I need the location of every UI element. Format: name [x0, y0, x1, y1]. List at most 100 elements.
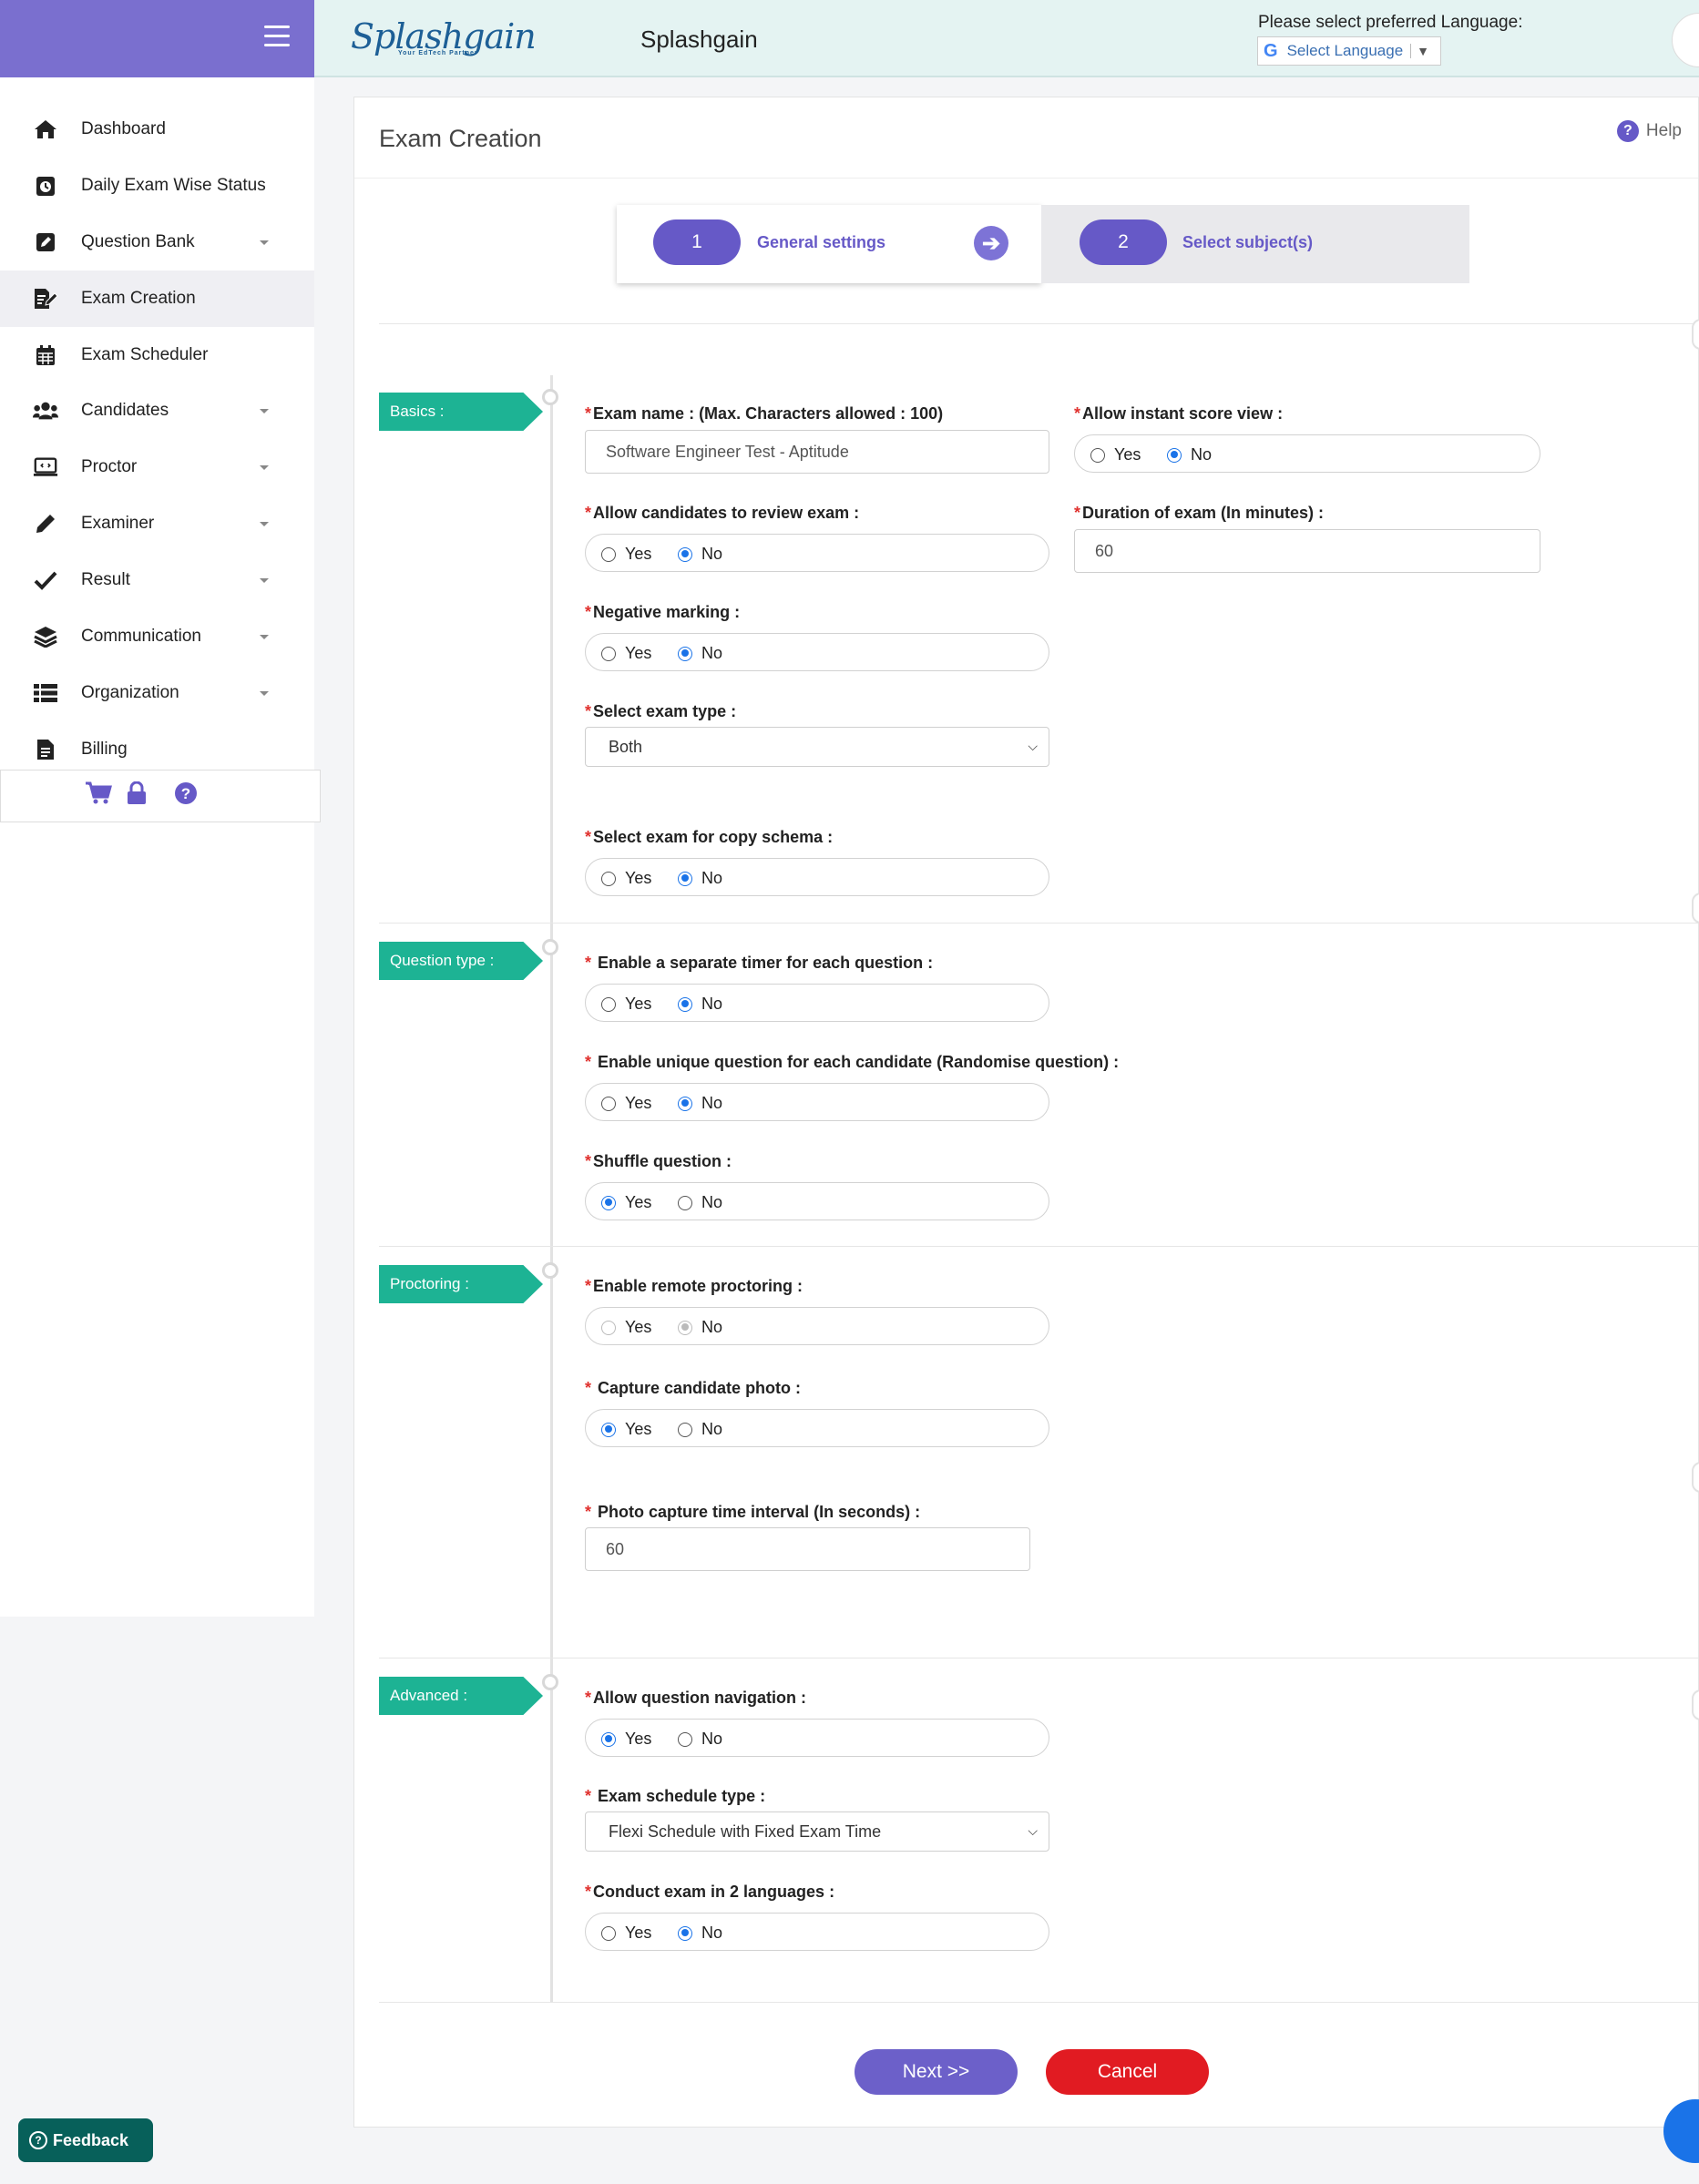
next-button[interactable]: Next >>: [855, 2049, 1018, 2095]
cancel-button[interactable]: Cancel: [1046, 2049, 1209, 2095]
sidebar-item-label: Organization: [81, 683, 179, 702]
instant-score-radio-group: Yes No: [1074, 434, 1540, 473]
radio-no[interactable]: No: [1167, 445, 1212, 464]
edge-handle[interactable]: [1692, 1462, 1699, 1493]
radio-yes[interactable]: Yes: [601, 995, 651, 1014]
sidebar-item-label: Dashboard: [81, 119, 166, 138]
section-tag-proctoring: Proctoring :: [379, 1265, 543, 1303]
radio-yes[interactable]: Yes: [601, 1193, 651, 1212]
schedule-type-select[interactable]: Flexi Schedule with Fixed Exam Time ⌵: [585, 1811, 1049, 1852]
sidebar-item-label: Result: [81, 570, 130, 589]
radio-yes[interactable]: Yes: [601, 1730, 651, 1749]
radio-no[interactable]: No: [678, 1094, 722, 1113]
caret-down-icon: ▼: [1410, 44, 1429, 58]
edge-handle[interactable]: [1692, 1689, 1699, 1720]
sidebar-item-examiner[interactable]: Examiner: [0, 495, 314, 552]
section-tag-question-type: Question type :: [379, 942, 543, 980]
language-select[interactable]: G Select Language ▼: [1257, 36, 1441, 66]
negative-marking-radio-group: Yes No: [585, 633, 1049, 671]
sidebar-item-organization[interactable]: Organization: [0, 665, 314, 721]
radio-no[interactable]: No: [678, 1420, 722, 1439]
radio-yes[interactable]: Yes: [601, 869, 651, 888]
radio-no[interactable]: No: [678, 869, 722, 888]
logo-tagline: Your EdTech Partner: [398, 50, 478, 56]
wizard-step-general-settings[interactable]: 1 General settings ➔: [617, 205, 1041, 283]
section-divider: [379, 323, 1698, 324]
review-exam-radio-group: Yes No: [585, 534, 1049, 572]
timeline-dot: [542, 1262, 558, 1279]
edge-handle[interactable]: [1692, 319, 1699, 350]
radio-yes[interactable]: Yes: [1090, 445, 1141, 464]
top-bar-brand-area: [0, 0, 314, 77]
wizard-step-number: 1: [653, 219, 741, 265]
exam-name-input[interactable]: Software Engineer Test - Aptitude: [585, 430, 1049, 474]
edge-handle[interactable]: [1692, 893, 1699, 924]
radio-yes[interactable]: Yes: [601, 1094, 651, 1113]
wizard-steps: 1 General settings ➔ 2 Select subject(s): [617, 205, 1469, 283]
duration-input[interactable]: 60: [1074, 529, 1540, 573]
wizard-step-select-subjects[interactable]: 2 Select subject(s): [1041, 205, 1469, 283]
chevron-down-icon: ⌵: [1028, 1823, 1038, 1838]
timeline-dot: [542, 939, 558, 955]
sidebar-item-dashboard[interactable]: Dashboard: [0, 101, 314, 158]
calendar-icon: [33, 342, 58, 368]
sidebar-item-question-bank[interactable]: Question Bank: [0, 214, 314, 270]
timeline-line: [550, 375, 553, 2002]
section-divider: [379, 2002, 1698, 2003]
radio-no[interactable]: No: [678, 995, 722, 1014]
svg-text:?: ?: [181, 785, 190, 802]
avatar[interactable]: [1672, 13, 1699, 67]
photo-interval-label: * Photo capture time interval (In second…: [585, 1503, 921, 1521]
question-icon: ?: [29, 2131, 47, 2149]
sidebar-item-daily-exam-status[interactable]: Daily Exam Wise Status: [0, 158, 314, 214]
feedback-button[interactable]: ? Feedback: [18, 2118, 153, 2162]
monitor-icon: [33, 454, 58, 480]
caret-down-icon: [260, 634, 269, 639]
page-title: Exam Creation: [379, 125, 542, 152]
sidebar-item-exam-scheduler[interactable]: Exam Scheduler: [0, 327, 314, 383]
radio-yes[interactable]: Yes: [601, 644, 651, 663]
cart-icon[interactable]: [85, 781, 112, 811]
users-icon: [33, 398, 58, 424]
radio-no[interactable]: No: [678, 1730, 722, 1749]
language-select-label: Select Language: [1286, 42, 1404, 59]
check-icon: [33, 567, 58, 593]
exam-type-value: Both: [609, 737, 643, 756]
lock-icon[interactable]: [126, 781, 148, 811]
sidebar-item-candidates[interactable]: Candidates: [0, 383, 314, 439]
radio-no[interactable]: No: [678, 545, 722, 564]
google-icon: G: [1264, 40, 1278, 61]
radio-yes[interactable]: Yes: [601, 1924, 651, 1943]
edit-square-icon: [33, 230, 58, 255]
sidebar-item-label: Exam Creation: [81, 289, 196, 308]
radio-no[interactable]: No: [678, 1193, 722, 1212]
sidebar-item-label: Examiner: [81, 514, 155, 533]
caret-down-icon: [260, 690, 269, 696]
sidebar-footer: ?: [0, 770, 321, 822]
title-divider: [354, 178, 1698, 179]
help-link[interactable]: ? Help: [1616, 120, 1682, 142]
sidebar-item-proctor[interactable]: Proctor: [0, 439, 314, 495]
exam-creation-card: Exam Creation ? Help 1 General settings …: [353, 97, 1699, 2128]
instant-score-label: * Allow instant score view :: [1074, 404, 1284, 423]
hamburger-menu-icon[interactable]: [264, 26, 290, 47]
wizard-step-label: Select subject(s): [1182, 233, 1314, 251]
top-bar: Splashgain Your EdTech Partner Splashgai…: [0, 0, 1699, 77]
radio-no[interactable]: No: [678, 1924, 722, 1943]
pen-paper-icon: [33, 286, 58, 311]
sidebar-item-communication[interactable]: Communication: [0, 608, 314, 665]
exam-type-select[interactable]: Both ⌵: [585, 727, 1049, 767]
caret-down-icon: [260, 577, 269, 583]
document-icon: [33, 737, 58, 762]
photo-interval-input[interactable]: 60: [585, 1527, 1030, 1571]
sidebar-item-exam-creation[interactable]: Exam Creation: [0, 270, 314, 327]
sidebar-item-result[interactable]: Result: [0, 552, 314, 608]
timeline-dot: [542, 389, 558, 405]
radio-yes[interactable]: Yes: [601, 1420, 651, 1439]
radio-no[interactable]: No: [678, 644, 722, 663]
radio-yes[interactable]: Yes: [601, 545, 651, 564]
question-icon[interactable]: ?: [174, 781, 198, 811]
question-navigation-label: * Allow question navigation :: [585, 1689, 807, 1707]
timeline-dot: [542, 1674, 558, 1690]
capture-photo-label: * Capture candidate photo :: [585, 1379, 802, 1397]
